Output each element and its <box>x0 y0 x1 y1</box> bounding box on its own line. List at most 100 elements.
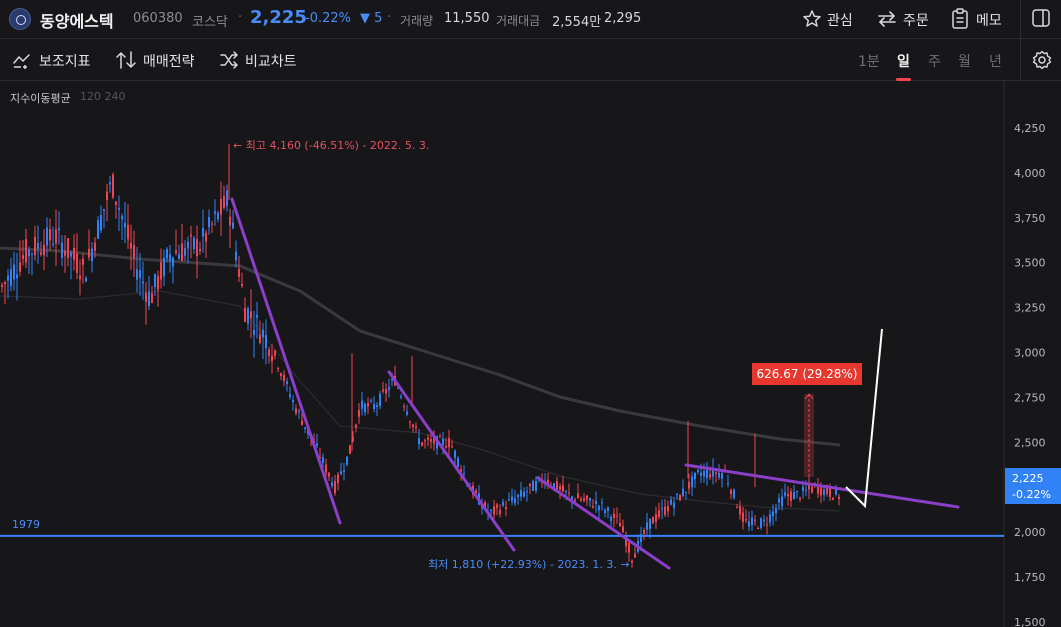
period-year[interactable]: 년 <box>989 51 1002 71</box>
candle-body <box>493 506 495 515</box>
candle-body <box>769 514 771 523</box>
low-annotation: 최저 1,810 (+22.93%) - 2023. 1. 3. → <box>428 558 630 571</box>
candle-body <box>667 505 669 512</box>
candle-body <box>118 208 120 211</box>
candle-body <box>166 249 168 259</box>
candle-body <box>43 244 45 256</box>
chart-settings-button[interactable] <box>1032 50 1052 74</box>
candle-body <box>499 510 501 515</box>
candlestick-chart[interactable]: 4,250 4,000 3,750 3,500 3,250 3,000 2,750 2,500… <box>0 81 1061 627</box>
candle-body <box>88 248 90 258</box>
candle-body <box>331 482 333 487</box>
candle-body <box>211 223 213 225</box>
candle-body <box>73 247 75 260</box>
candle-body <box>409 421 411 423</box>
candle-body <box>691 476 693 488</box>
stock-name: 동양에스텍 <box>40 12 114 31</box>
candle-body <box>112 174 114 198</box>
candle-body <box>793 492 795 500</box>
candle-body <box>601 502 603 504</box>
period-day[interactable]: 일 <box>896 51 911 81</box>
amount-value: 2,554만 <box>552 15 602 30</box>
candle-body <box>673 502 675 508</box>
period-1min[interactable]: 1분 <box>858 51 880 71</box>
high-annotation: ← 최고 4,160 (-46.51%) - 2022. 5. 3. <box>233 139 429 152</box>
candle-body <box>700 472 702 476</box>
compare-label: 비교차트 <box>245 54 297 70</box>
change-amount: ▼ 5 <box>360 11 383 26</box>
candle-body <box>226 190 228 206</box>
candle-body <box>577 493 579 499</box>
candle-body <box>490 509 492 512</box>
candle-body <box>100 214 102 231</box>
candle-body <box>361 400 363 409</box>
candle-body <box>748 521 750 527</box>
candle-body <box>805 489 807 491</box>
candle-body <box>115 201 117 205</box>
candle-body <box>682 488 684 496</box>
candle-body <box>628 542 630 553</box>
period-month[interactable]: 월 <box>958 51 971 71</box>
candle-body <box>91 248 93 262</box>
candle-body <box>316 443 318 446</box>
candle-body <box>364 403 366 413</box>
candle-body <box>517 494 519 497</box>
candle-body <box>271 355 273 362</box>
candle-body <box>235 251 237 261</box>
trend-line <box>230 197 342 525</box>
candle-body <box>151 293 153 303</box>
candle-body <box>46 227 48 246</box>
candle-body <box>295 408 297 414</box>
amount-label: 거래대금 <box>496 14 541 28</box>
candle-body <box>709 474 711 478</box>
price-chart[interactable]: 지수이동평균 120 240 4,250 4,000 3,750 3,500 3,250… <box>0 81 1061 627</box>
candle-body <box>388 386 390 391</box>
candle-body <box>268 349 270 357</box>
indicator-label: 보조지표 <box>39 54 91 70</box>
candle-body <box>325 464 327 473</box>
candle-body <box>298 410 300 412</box>
candle-body <box>160 262 162 280</box>
indicator-chart-icon <box>13 54 30 69</box>
candle-body <box>817 486 819 494</box>
candle-body <box>532 480 534 491</box>
candle-body <box>679 494 681 501</box>
candle-body <box>823 489 825 496</box>
candle-body <box>421 442 423 446</box>
trend-line <box>684 463 960 509</box>
candle-body <box>643 530 645 535</box>
candle-body <box>385 389 387 394</box>
candle-body <box>799 497 801 500</box>
candle-body <box>760 518 762 528</box>
candle-body <box>658 510 660 517</box>
candle-body <box>253 330 255 335</box>
candle-body <box>181 243 183 261</box>
period-week[interactable]: 주 <box>928 51 941 71</box>
candle-body <box>223 195 225 208</box>
candle-body <box>598 505 600 511</box>
candle-body <box>328 472 330 477</box>
candle-body <box>337 474 339 484</box>
candle-body <box>109 182 111 185</box>
candle-body <box>241 283 243 287</box>
candle-body <box>280 373 282 377</box>
watch-label: 관심 <box>827 13 853 29</box>
candle-body <box>523 491 525 497</box>
candle-body <box>451 446 453 448</box>
sidebar-panel-icon <box>1032 9 1050 27</box>
candle-body <box>277 368 279 370</box>
candle-body <box>454 450 456 458</box>
candle-body <box>358 410 360 417</box>
candle-body <box>790 491 792 501</box>
gear-icon <box>1032 50 1052 70</box>
candle-body <box>82 258 84 265</box>
panel-toggle-button[interactable] <box>1031 8 1051 32</box>
candle-body <box>250 311 252 319</box>
y-tick-label: 3,250 <box>1014 302 1046 315</box>
candle-body <box>535 481 537 491</box>
y-tick-label: 2,750 <box>1014 391 1046 404</box>
candle-body <box>67 238 69 259</box>
candle-body <box>373 404 375 409</box>
candle-body <box>55 229 57 244</box>
buy-sell-arrows-icon <box>116 51 136 69</box>
